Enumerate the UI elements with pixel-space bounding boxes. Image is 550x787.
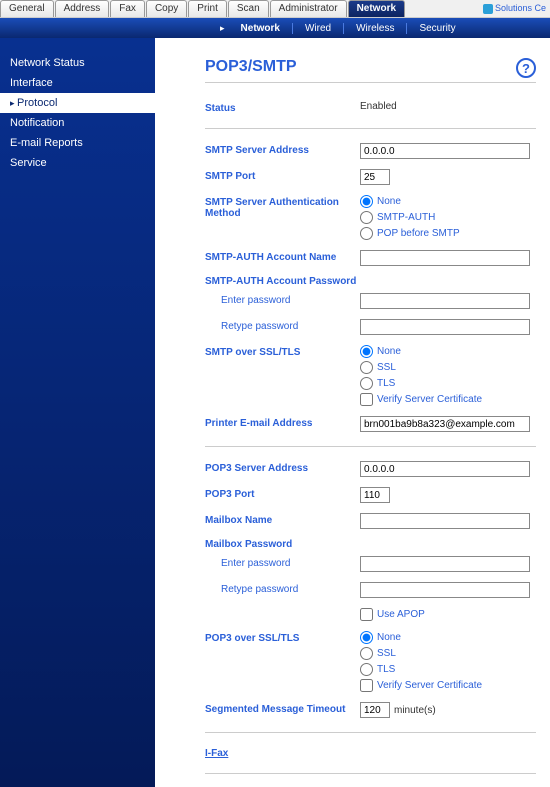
sidebar-item-notification[interactable]: Notification [0, 113, 155, 133]
apop-checkbox[interactable]: Use APOP [360, 608, 536, 621]
subnav-wireless[interactable]: Wireless [344, 23, 407, 34]
status-label: Status [205, 101, 360, 114]
pop3ssl-option-0[interactable]: None [360, 631, 536, 644]
pop3-enter-pwd-label: Enter password [205, 556, 360, 569]
sidebar: Network StatusInterfaceProtocolNotificat… [0, 38, 155, 787]
smtp-retype-pwd-label: Retype password [205, 319, 360, 332]
pop3ssl-verify-cert[interactable]: Verify Server Certificate [360, 679, 536, 692]
smtpauth-option-2[interactable]: POP before SMTP [360, 227, 536, 240]
smtp-enter-pwd-input[interactable] [360, 293, 530, 309]
smtp-server-label: SMTP Server Address [205, 143, 360, 156]
printer-email-label: Printer E-mail Address [205, 416, 360, 429]
smtp-acct-name-input[interactable] [360, 250, 530, 266]
pop3-retype-pwd-label: Retype password [205, 582, 360, 595]
sidebar-item-interface[interactable]: Interface [0, 73, 155, 93]
smtp-auth-radios: None SMTP-AUTH POP before SMTP [360, 195, 536, 240]
pop3-server-label: POP3 Server Address [205, 461, 360, 474]
page-title: POP3/SMTP [205, 58, 536, 83]
mailbox-pwd-header: Mailbox Password [205, 539, 536, 550]
ifax-link[interactable]: I-Fax [205, 748, 228, 759]
top-tab-copy[interactable]: Copy [146, 0, 187, 17]
smtp-ssl-label: SMTP over SSL/TLS [205, 345, 360, 358]
smtpssl-verify-cert[interactable]: Verify Server Certificate [360, 393, 536, 406]
pop3-enter-pwd-input[interactable] [360, 556, 530, 572]
top-tab-network[interactable]: Network [348, 0, 405, 17]
pop3-ssl-label: POP3 over SSL/TLS [205, 631, 360, 644]
smtp-server-input[interactable] [360, 143, 530, 159]
pop3-server-input[interactable] [360, 461, 530, 477]
smtp-enter-pwd-label: Enter password [205, 293, 360, 306]
solutions-link[interactable]: Solutions Ce [479, 0, 550, 17]
pop3-ssl-radios: None SSL TLS Verify Server Certificate [360, 631, 536, 692]
sub-nav: ▸NetworkWiredWirelessSecurity [0, 18, 550, 38]
mailbox-name-input[interactable] [360, 513, 530, 529]
status-value: Enabled [360, 101, 536, 112]
top-tab-fax[interactable]: Fax [110, 0, 145, 17]
help-icon[interactable]: ? [516, 58, 536, 78]
subnav-security[interactable]: Security [407, 23, 467, 34]
smtpssl-option-1[interactable]: SSL [360, 361, 536, 374]
smtp-auth-method-label: SMTP Server Authentication Method [205, 195, 360, 219]
sidebar-item-protocol[interactable]: Protocol [0, 93, 155, 113]
top-tabs: GeneralAddressFaxCopyPrintScanAdministra… [0, 0, 550, 18]
top-tab-address[interactable]: Address [55, 0, 110, 17]
pop3ssl-option-1[interactable]: SSL [360, 647, 536, 660]
printer-email-input[interactable] [360, 416, 530, 432]
pop3-retype-pwd-input[interactable] [360, 582, 530, 598]
smtp-ssl-radios: None SSL TLS Verify Server Certificate [360, 345, 536, 406]
subnav-network[interactable]: Network [229, 23, 293, 34]
smtpauth-option-1[interactable]: SMTP-AUTH [360, 211, 536, 224]
smtp-acct-name-label: SMTP-AUTH Account Name [205, 250, 360, 263]
content-area: ? POP3/SMTP Status Enabled SMTP Server A… [155, 38, 550, 787]
seg-timeout-input[interactable] [360, 702, 390, 718]
smtp-retype-pwd-input[interactable] [360, 319, 530, 335]
seg-timeout-unit: minute(s) [394, 705, 436, 716]
pop3-port-input[interactable] [360, 487, 390, 503]
seg-timeout-label: Segmented Message Timeout [205, 702, 360, 715]
top-tab-print[interactable]: Print [188, 0, 227, 17]
smtp-port-input[interactable] [360, 169, 390, 185]
smtpssl-option-2[interactable]: TLS [360, 377, 536, 390]
smtpssl-option-0[interactable]: None [360, 345, 536, 358]
pop3ssl-option-2[interactable]: TLS [360, 663, 536, 676]
top-tab-scan[interactable]: Scan [228, 0, 269, 17]
subnav-wired[interactable]: Wired [293, 23, 344, 34]
sidebar-item-service[interactable]: Service [0, 153, 155, 173]
sidebar-item-e-mail-reports[interactable]: E-mail Reports [0, 133, 155, 153]
pop3-port-label: POP3 Port [205, 487, 360, 500]
sidebar-item-network-status[interactable]: Network Status [0, 53, 155, 73]
mailbox-name-label: Mailbox Name [205, 513, 360, 526]
top-tab-general[interactable]: General [0, 0, 54, 17]
top-tab-administrator[interactable]: Administrator [270, 0, 347, 17]
smtpauth-option-0[interactable]: None [360, 195, 536, 208]
smtp-port-label: SMTP Port [205, 169, 360, 182]
smtp-pwd-header: SMTP-AUTH Account Password [205, 276, 536, 287]
